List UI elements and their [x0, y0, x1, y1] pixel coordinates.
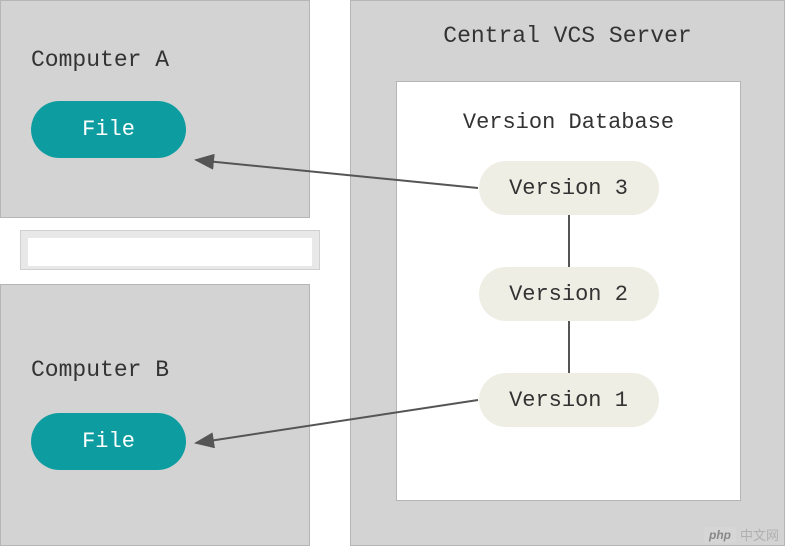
- watermark-badge: php: [704, 527, 736, 543]
- database-title: Version Database: [397, 110, 740, 135]
- version-node: Version 1: [479, 373, 659, 427]
- file-node-b: File: [31, 413, 186, 470]
- server-title: Central VCS Server: [351, 23, 784, 49]
- watermark: php 中文网: [704, 525, 779, 544]
- computer-a-box: Computer A File: [0, 0, 310, 218]
- version-node: Version 3: [479, 161, 659, 215]
- connector-line: [568, 215, 570, 267]
- server-box: Central VCS Server Version Database Vers…: [350, 0, 785, 546]
- version-list: Version 3 Version 2 Version 1: [397, 161, 740, 427]
- file-node-a: File: [31, 101, 186, 158]
- connector-line: [568, 321, 570, 373]
- computer-b-title: Computer B: [31, 357, 309, 383]
- computer-a-title: Computer A: [31, 47, 309, 73]
- background-layer: [28, 238, 312, 266]
- computer-b-box: Computer B File: [0, 284, 310, 546]
- watermark-text: 中文网: [740, 525, 779, 544]
- version-database-panel: Version Database Version 3 Version 2 Ver…: [396, 81, 741, 501]
- version-node: Version 2: [479, 267, 659, 321]
